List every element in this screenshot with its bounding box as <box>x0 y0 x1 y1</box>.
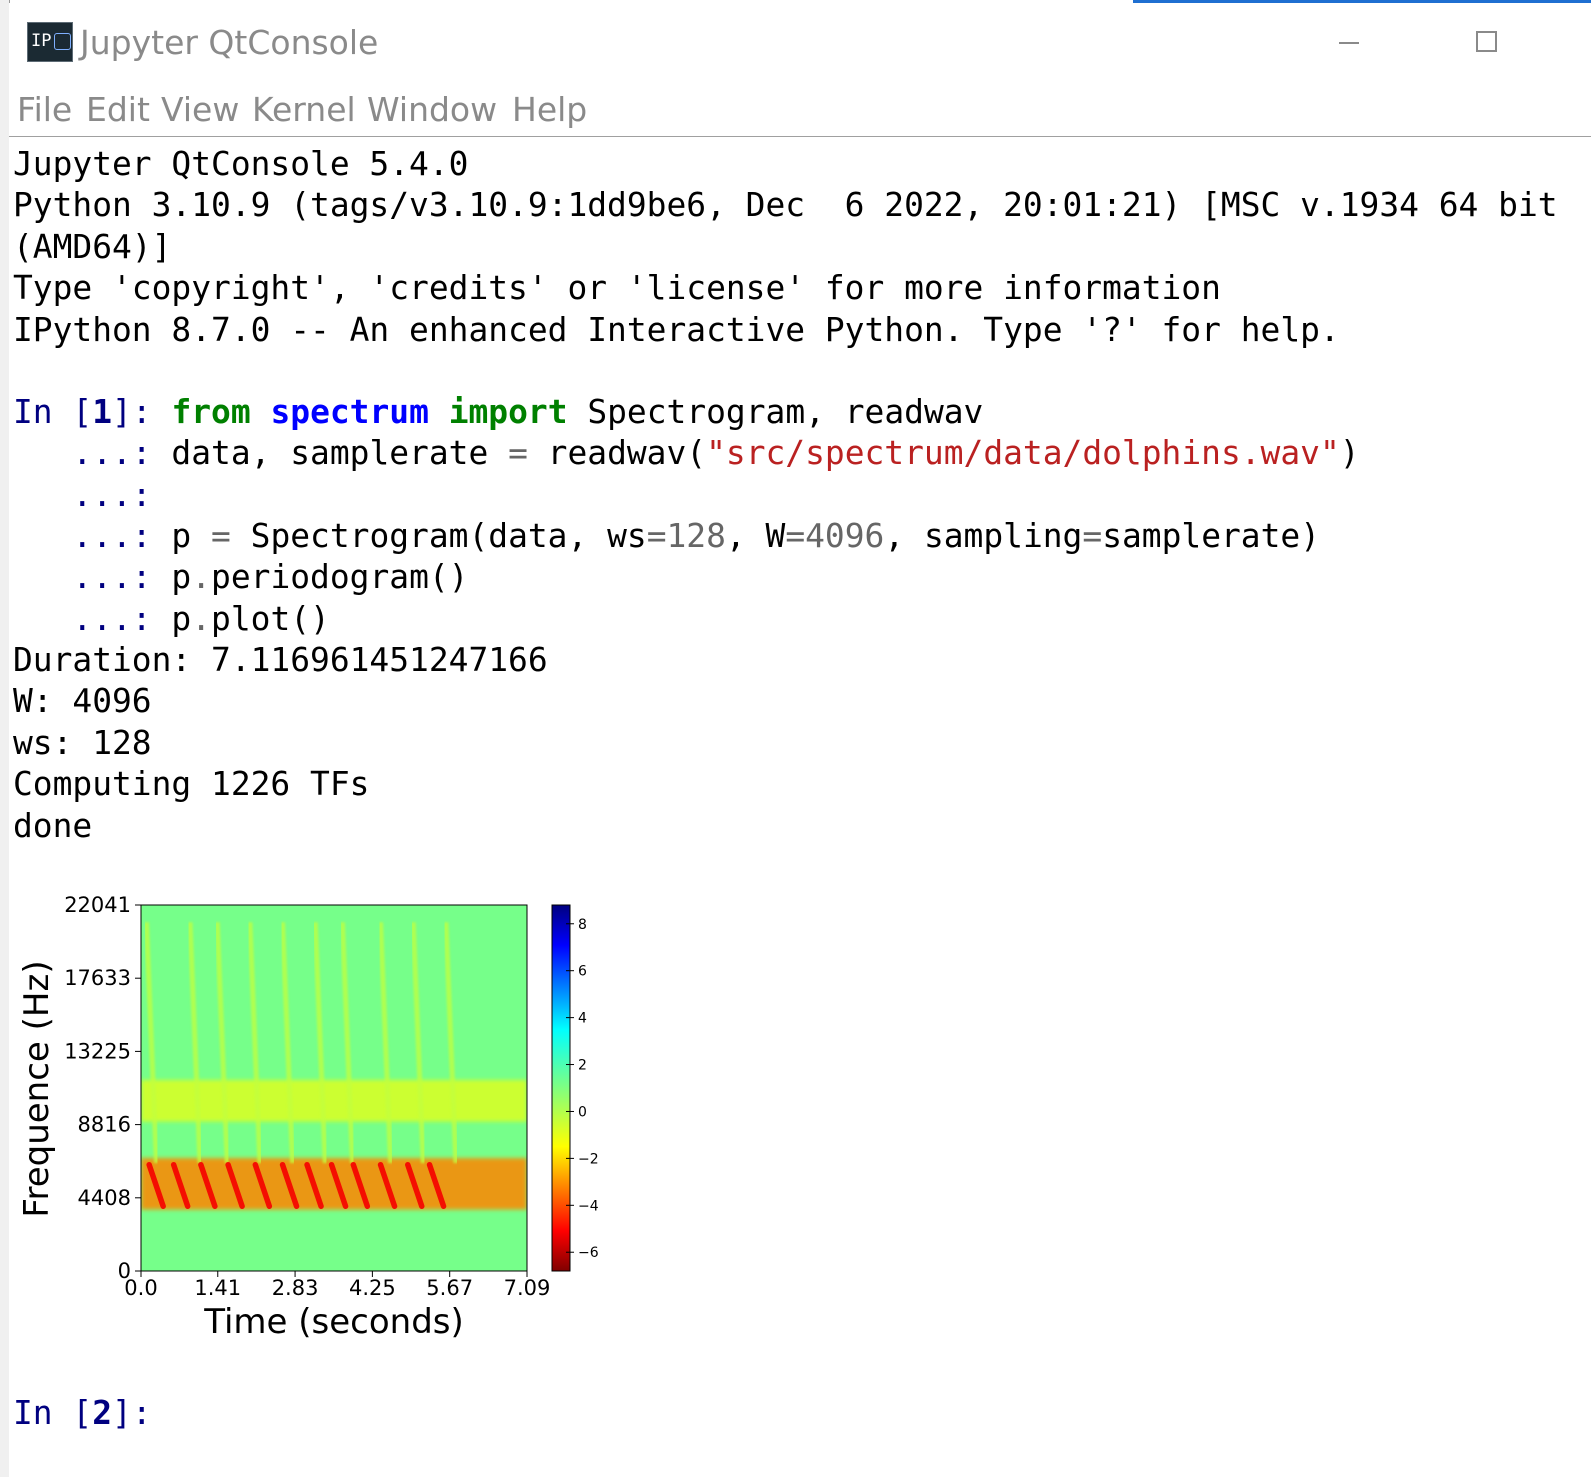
code-line: In [1]: from spectrum import Spectrogram… <box>13 391 983 433</box>
colorbar-tick-label: −4 <box>578 1198 599 1214</box>
import-names: Spectrogram, readwav <box>567 392 984 431</box>
x-tick-label: 2.83 <box>272 1276 319 1300</box>
code-text: data, samplerate <box>171 433 509 472</box>
code-text: p <box>171 516 212 555</box>
code-line: ...: p = Spectrogram(data, ws=128, W=409… <box>13 515 1320 557</box>
code-line: ...: data, samplerate = readwav("src/spe… <box>13 432 1360 474</box>
code-text: p <box>171 557 192 596</box>
code-text: ) <box>1339 433 1360 472</box>
menu-view[interactable]: View <box>161 88 239 132</box>
keyword-from: from <box>171 392 251 431</box>
code-text: readwav( <box>527 433 707 472</box>
code-text: samplerate) <box>1102 516 1321 555</box>
number-literal: 4096 <box>805 516 885 555</box>
banner-line: Jupyter QtConsole 5.4.0 <box>13 144 469 183</box>
x-tick-label: 4.25 <box>349 1276 396 1300</box>
continuation-prompt: ...: <box>13 599 172 638</box>
code-line: ...: <box>13 474 171 516</box>
colorbar <box>551 904 571 1272</box>
banner-line: Type 'copyright', 'credits' or 'license'… <box>13 268 1221 307</box>
y-tick-label: 13225 <box>64 1039 131 1063</box>
y-tick-label: 4408 <box>78 1186 131 1210</box>
output-line: ws: 128 <box>13 723 152 762</box>
continuation-prompt: ...: <box>13 557 172 596</box>
continuation-prompt: ...: <box>13 516 172 555</box>
code-text: plot() <box>211 599 330 638</box>
output-line: Duration: 7.116961451247166 <box>13 640 548 679</box>
colorbar-tick-label: 6 <box>578 964 587 980</box>
code-text: , sampling <box>884 516 1083 555</box>
app-icon-label: IP <box>31 31 52 51</box>
y-axis-label: Frequence (Hz) <box>17 960 57 1217</box>
window-title: Jupyter QtConsole <box>80 23 379 62</box>
code-text: periodogram() <box>211 557 469 596</box>
operator: = <box>646 516 667 555</box>
colorbar-tick-label: 8 <box>578 917 587 933</box>
colorbar-tick-label: 2 <box>578 1058 587 1074</box>
menu-bar: File Edit View Kernel Window Help <box>9 83 1591 137</box>
banner-line: IPython 8.7.0 -- An enhanced Interactive… <box>13 310 1340 349</box>
operator: = <box>1082 516 1103 555</box>
continuation-prompt: ...: <box>13 475 172 514</box>
input-prompt: In [ <box>13 1393 93 1432</box>
output-line: Computing 1226 TFs <box>13 764 370 803</box>
colorbar-ticks: −6 −4 −2 0 2 4 6 8 <box>566 917 599 1261</box>
input-prompt-close: ]: <box>112 392 172 431</box>
title-bar[interactable]: IP Jupyter QtConsole <box>9 3 1591 83</box>
keyword-import: import <box>448 392 568 431</box>
input-prompt-number: 1 <box>92 392 113 431</box>
operator: = <box>785 516 806 555</box>
input-prompt: In [ <box>13 392 93 431</box>
x-tick-label: 7.09 <box>504 1276 551 1300</box>
colorbar-tick-label: 0 <box>578 1104 587 1120</box>
x-axis-label: Time (seconds) <box>203 1302 464 1342</box>
y-tick-label: 8816 <box>78 1113 131 1137</box>
y-tick-label: 0 <box>118 1259 131 1283</box>
banner-line: (AMD64)] <box>13 227 172 266</box>
operator: = <box>211 516 231 555</box>
colorbar-tick-label: 4 <box>578 1011 587 1027</box>
ipython-app-icon: IP <box>27 22 73 62</box>
banner-line: Python 3.10.9 (tags/v3.10.9:1dd9be6, Dec… <box>13 185 1558 224</box>
code-line[interactable]: In [2]: <box>13 1392 171 1434</box>
menu-file[interactable]: File <box>17 88 72 132</box>
number-literal: 128 <box>666 516 726 555</box>
console-area[interactable]: Jupyter QtConsole 5.4.0 Python 3.10.9 (t… <box>9 137 1591 1477</box>
minimize-button[interactable] <box>1329 23 1369 63</box>
string-literal: "src/spectrum/data/dolphins.wav" <box>706 433 1340 472</box>
x-tick-label: 5.67 <box>426 1276 473 1300</box>
input-prompt-number: 2 <box>92 1393 113 1432</box>
y-tick-label: 22041 <box>64 893 131 917</box>
output-line: W: 4096 <box>13 681 152 720</box>
menu-help[interactable]: Help <box>512 88 587 132</box>
code-text: , W <box>725 516 786 555</box>
menu-kernel[interactable]: Kernel <box>252 88 356 132</box>
y-tick-label: 17633 <box>64 966 131 990</box>
operator: . <box>191 557 212 596</box>
input-prompt-close: ]: <box>112 1393 172 1432</box>
spectrogram-plot: 0.0 1.41 2.83 4.25 5.67 7.0904408881613225176… <box>17 893 599 1342</box>
menu-window[interactable]: Window <box>367 88 497 132</box>
module-name: spectrum <box>270 392 429 431</box>
continuation-prompt: ...: <box>13 433 172 472</box>
colorbar-tick-label: −2 <box>578 1151 599 1167</box>
code-text: p <box>171 599 192 638</box>
code-line: ...: p.plot() <box>13 598 330 640</box>
app-icon-mark <box>54 33 71 50</box>
code-text: Spectrogram(data, ws <box>230 516 647 555</box>
code-line: ...: p.periodogram() <box>13 556 468 598</box>
operator: . <box>191 599 212 638</box>
x-tick-label: 1.41 <box>194 1276 241 1300</box>
output-line: done <box>13 806 93 845</box>
colorbar-tick-label: −6 <box>578 1245 599 1261</box>
maximize-button[interactable] <box>1466 23 1506 63</box>
operator: = <box>508 433 528 472</box>
menu-edit[interactable]: Edit <box>86 88 150 132</box>
